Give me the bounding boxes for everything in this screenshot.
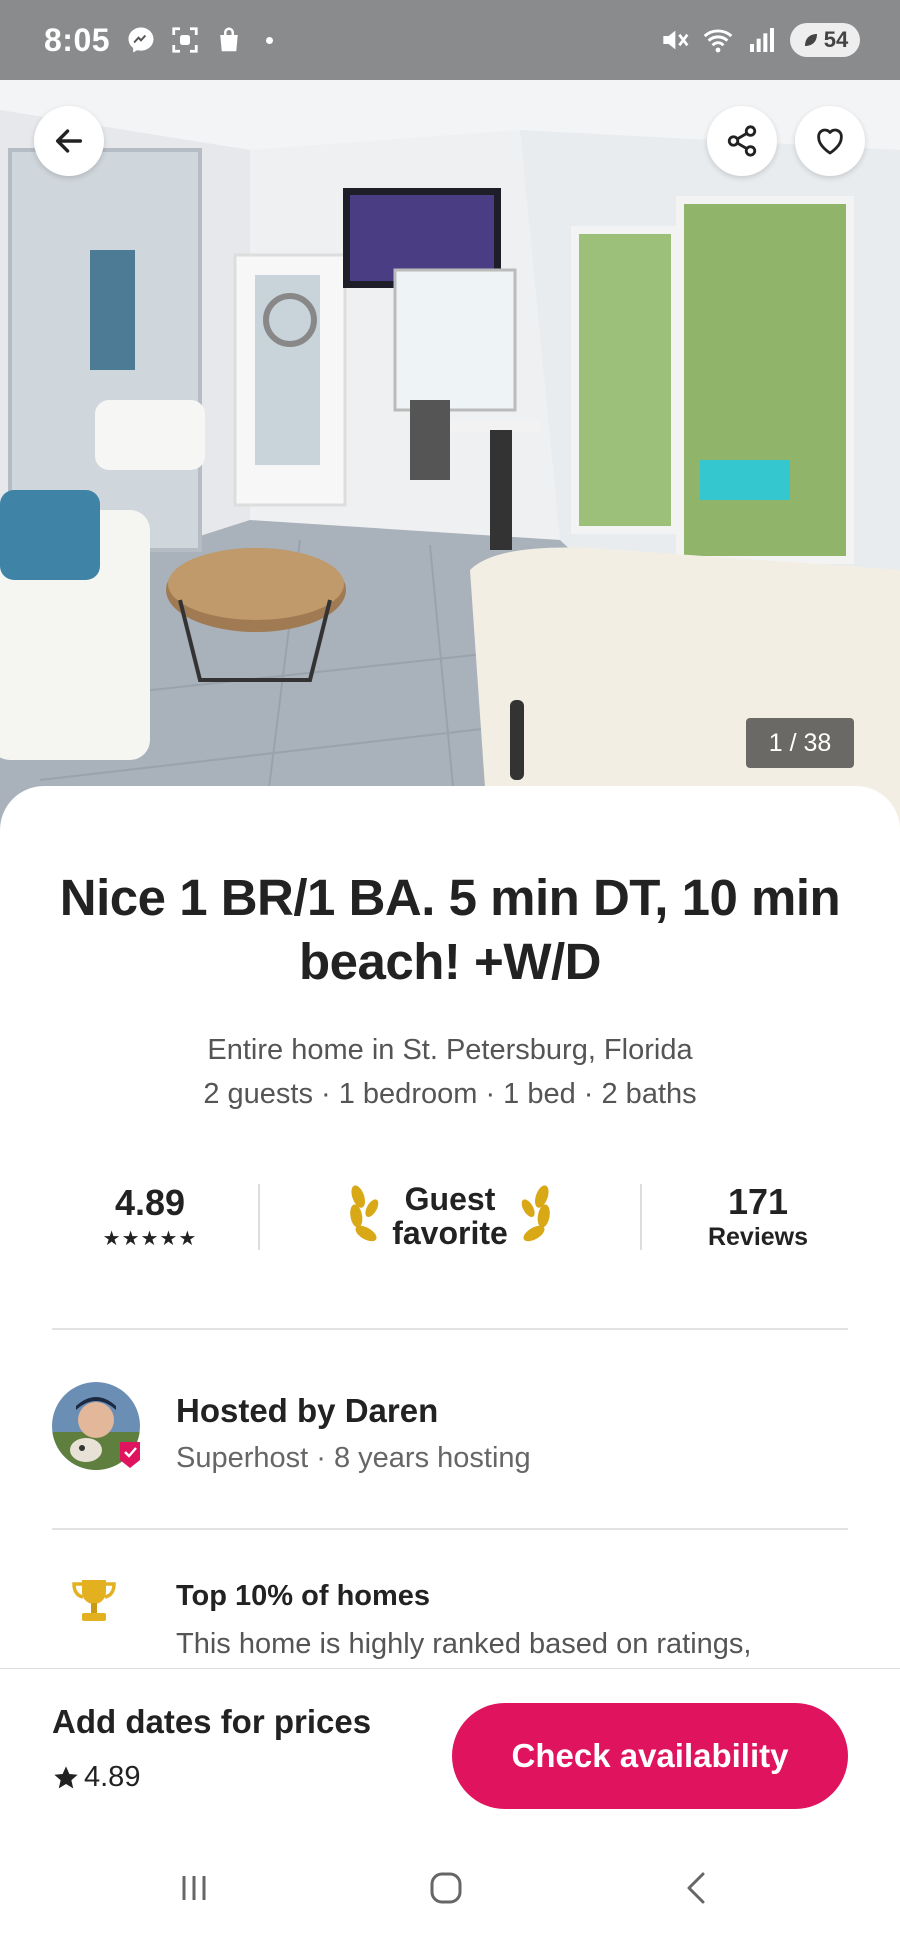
guest-favorite-badge: Guest favorite — [320, 1176, 580, 1256]
battery-level: 54 — [823, 27, 849, 52]
battery-icon: 54 — [790, 23, 860, 57]
home-button[interactable] — [406, 1858, 486, 1918]
screenshot-icon — [172, 27, 198, 53]
recent-apps-icon — [182, 1876, 206, 1900]
status-bar: 8:05 54 — [0, 0, 900, 80]
add-dates-prompt[interactable]: Add dates for prices — [52, 1703, 371, 1741]
laurel-right-icon — [521, 1185, 550, 1242]
highlight-description: This home is highly ranked based on rati… — [176, 1628, 752, 1660]
listing-details: 2 guests · 1 bedroom · 1 bed · 2 baths — [203, 1078, 697, 1110]
save-favorite-button[interactable] — [795, 106, 865, 176]
reviews-count: 171 — [727, 1180, 789, 1222]
booking-bar-rating: 4.89 — [52, 1761, 140, 1794]
notification-dot-icon — [266, 36, 274, 44]
booking-bar: Add dates for prices 4.89 Check availabi… — [0, 1668, 900, 1828]
photo-counter: 1 / 38 — [746, 718, 854, 768]
messenger-icon — [128, 27, 154, 53]
share-icon — [727, 125, 757, 157]
reviews-stat[interactable]: 171 Reviews — [688, 1176, 828, 1256]
notification-icons — [126, 25, 274, 55]
host-details: Superhost · 8 years hosting — [176, 1442, 531, 1474]
charging-leaf-icon — [804, 34, 817, 46]
wifi-icon — [703, 29, 733, 53]
host-name: Hosted by Daren — [176, 1392, 439, 1429]
booking-bar-rating-value: 4.89 — [84, 1761, 141, 1793]
chevron-left-icon — [687, 1872, 705, 1904]
signal-icon — [750, 28, 774, 52]
guest-favorite-line1: Guest — [404, 1181, 496, 1217]
share-button[interactable] — [707, 106, 777, 176]
guest-favorite-line2: favorite — [392, 1215, 508, 1251]
section-divider — [52, 1528, 848, 1530]
rating-value: 4.89 — [114, 1181, 186, 1223]
back-button[interactable] — [34, 106, 104, 176]
highlight-title: Top 10% of homes — [176, 1580, 431, 1612]
listing-title: Nice 1 BR/1 BA. 5 min DT, 10 min beach! … — [59, 869, 841, 990]
rating-summary[interactable]: 4.89 ★★★★★ Guest favorite 171 Reviews — [52, 1176, 848, 1256]
highlight-top-homes: Top 10% of homes This home is highly ran… — [52, 1576, 848, 1676]
mute-icon — [663, 30, 689, 50]
status-time: 8:05 — [44, 21, 111, 58]
reviews-label: Reviews — [707, 1222, 809, 1251]
system-back-button[interactable] — [658, 1858, 738, 1918]
heart-icon — [817, 128, 843, 155]
home-icon — [430, 1872, 462, 1904]
back-arrow-icon — [55, 129, 83, 153]
system-icons: 54 — [658, 23, 860, 57]
recent-apps-button[interactable] — [154, 1858, 234, 1918]
host-section[interactable]: Hosted by Daren Superhost · 8 years host… — [52, 1382, 848, 1482]
superhost-badge-icon — [120, 1442, 140, 1468]
star-icon — [54, 1765, 78, 1788]
star-rating-icons: ★★★★★ — [102, 1227, 198, 1250]
rating-stat: 4.89 ★★★★★ — [80, 1176, 220, 1256]
section-divider — [52, 1328, 848, 1330]
check-availability-button[interactable]: Check availability — [452, 1703, 848, 1809]
stat-divider — [640, 1184, 642, 1250]
android-navigation-bar — [0, 1828, 900, 1950]
stat-divider — [258, 1184, 260, 1250]
listing-location: Entire home in St. Petersburg, Florida — [207, 1034, 693, 1066]
trophy-icon — [72, 1580, 116, 1621]
guest-favorite-label: Guest favorite — [392, 1182, 508, 1250]
shopping-bag-icon — [220, 27, 238, 52]
laurel-left-icon — [350, 1185, 379, 1242]
